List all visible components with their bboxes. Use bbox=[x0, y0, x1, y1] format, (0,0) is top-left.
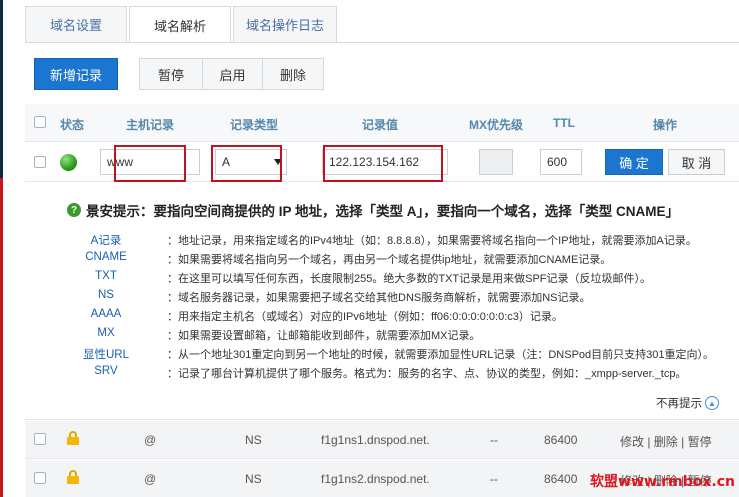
enable-button[interactable]: 启用 bbox=[202, 58, 263, 90]
tip-desc-cname: ：如果需要将域名指向另一个域名，再由另一个域名提供ip地址，就需要添加CNAME… bbox=[167, 254, 612, 266]
header-mx: MX优先级 bbox=[469, 118, 524, 132]
header-status: 状态 bbox=[60, 118, 85, 132]
tip-type-txt: TXT bbox=[95, 270, 117, 282]
tip-desc-a: ：地址记录，用来指定域名的IPv4地址（如：8.8.8.8），如果需要将域名指向… bbox=[167, 235, 697, 247]
tip-desc-mx: ：如果需要设置邮箱，让邮箱能收到邮件，就需要添加MX记录。 bbox=[167, 330, 481, 342]
mx-priority-input[interactable] bbox=[479, 149, 513, 175]
record-ttl: 86400 bbox=[544, 472, 578, 486]
tips-title-text: 景安提示：要指向空间商提供的 IP 地址，选择「类型 A」，要指向一个域名，选择… bbox=[86, 204, 680, 219]
table-row: @ NS f1g1ns1.dnspod.net. -- 86400 修改 | 删… bbox=[25, 421, 739, 459]
record-host: @ bbox=[144, 472, 157, 486]
record-mx: -- bbox=[490, 472, 498, 486]
header-type: 记录类型 bbox=[230, 118, 279, 132]
tip-row-txt: TXT ：在这里可以填写任何东西，长度限制255。绝大多数的TXT记录是用来做S… bbox=[50, 270, 739, 289]
hide-tips-link[interactable]: 不再提示 ▲ bbox=[656, 395, 719, 411]
delete-button[interactable]: 删除 bbox=[262, 58, 324, 90]
tab-underline bbox=[25, 42, 739, 43]
pause-button[interactable]: 暂停 bbox=[139, 58, 203, 90]
tip-desc-srv: ：记录了哪台计算机提供了哪个服务。格式为：服务的名字、点、协议的类型，例如：_x… bbox=[167, 368, 687, 380]
tip-type-cname: CNAME bbox=[85, 251, 127, 263]
record-actions[interactable]: 修改 | 删除 | 暂停 bbox=[620, 433, 712, 450]
tip-type-aaaa: AAAA bbox=[90, 308, 122, 320]
tip-type-a: A记录 bbox=[90, 235, 122, 247]
tip-desc-ns: ：域名服务器记录，如果需要把子域名交给其他DNS服务商解析，就需要添加NS记录。 bbox=[167, 292, 591, 304]
tip-desc-txt: ：在这里可以填写任何东西，长度限制255。绝大多数的TXT记录是用来做SPF记录… bbox=[167, 273, 652, 285]
tab-domain-settings[interactable]: 域名设置 bbox=[25, 6, 127, 42]
header-ttl: TTL bbox=[553, 116, 575, 130]
tip-type-mx: MX bbox=[97, 327, 115, 339]
tip-row-aaaa: AAAA ：用来指定主机名（或域名）对应的IPv6地址（例如：ff06:0:0:… bbox=[50, 308, 739, 327]
tip-type-url: 显性URL bbox=[82, 349, 129, 361]
left-edge-accent bbox=[0, 178, 3, 497]
lock-icon bbox=[67, 431, 79, 445]
question-icon: ? bbox=[67, 203, 81, 217]
row-checkbox[interactable] bbox=[34, 472, 46, 484]
tab-bar: 域名设置 域名解析 域名操作日志 bbox=[25, 6, 339, 43]
cancel-button[interactable]: 取 消 bbox=[668, 149, 725, 175]
record-type: NS bbox=[245, 472, 262, 486]
tip-row-mx: MX ：如果需要设置邮箱，让邮箱能收到邮件，就需要添加MX记录。 bbox=[50, 327, 739, 346]
tab-dns-records[interactable]: 域名解析 bbox=[129, 6, 231, 43]
confirm-button[interactable]: 确 定 bbox=[605, 149, 663, 175]
record-type: NS bbox=[245, 433, 262, 447]
record-mx: -- bbox=[490, 433, 498, 447]
tip-desc-aaaa: ：用来指定主机名（或域名）对应的IPv6地址（例如：ff06:0:0:0:0:0… bbox=[167, 311, 563, 323]
tip-row-a: A记录 ：地址记录，用来指定域名的IPv4地址（如：8.8.8.8），如果需要将… bbox=[50, 232, 739, 251]
records-table-header: 状态 主机记录 记录类型 记录值 MX优先级 TTL 操作 bbox=[25, 104, 739, 142]
hide-tips-label: 不再提示 bbox=[656, 398, 702, 410]
type-highlight-box bbox=[211, 145, 282, 182]
tip-row-srv: SRV ：记录了哪台计算机提供了哪个服务。格式为：服务的名字、点、协议的类型，例… bbox=[50, 365, 739, 384]
host-highlight-box bbox=[114, 145, 186, 182]
tip-type-ns: NS bbox=[98, 289, 114, 301]
record-value: f1g1ns2.dnspod.net. bbox=[321, 472, 430, 486]
status-enabled-icon bbox=[60, 154, 77, 171]
header-host: 主机记录 bbox=[126, 118, 175, 132]
header-value: 记录值 bbox=[362, 118, 399, 132]
tip-row-url: 显性URL ：从一个地址301重定向到另一个地址的时候，就需要添加显性URL记录… bbox=[50, 346, 739, 365]
row-checkbox[interactable] bbox=[34, 433, 46, 445]
watermark-text: 软盟www.rmbox.cn bbox=[590, 474, 735, 490]
chevron-up-icon: ▲ bbox=[705, 396, 719, 410]
tip-type-srv: SRV bbox=[94, 365, 118, 377]
record-host: @ bbox=[144, 433, 157, 447]
value-highlight-box bbox=[323, 145, 443, 182]
tip-row-cname: CNAME ：如果需要将域名指向另一个域名，再由另一个域名提供ip地址，就需要添… bbox=[50, 251, 739, 270]
record-type-tips-panel: ? 景安提示：要指向空间商提供的 IP 地址，选择「类型 A」，要指向一个域名，… bbox=[25, 183, 739, 420]
record-value: f1g1ns1.dnspod.net. bbox=[321, 433, 430, 447]
tab-operation-log[interactable]: 域名操作日志 bbox=[233, 6, 337, 42]
ttl-input[interactable]: 600 bbox=[540, 149, 582, 175]
record-ttl: 86400 bbox=[544, 433, 578, 447]
row-checkbox[interactable] bbox=[34, 156, 46, 168]
select-all-checkbox[interactable] bbox=[34, 116, 46, 128]
header-actions: 操作 bbox=[653, 118, 678, 132]
tip-row-ns: NS ：域名服务器记录，如果需要把子域名交给其他DNS服务商解析，就需要添加NS… bbox=[50, 289, 739, 308]
add-record-button[interactable]: 新增记录 bbox=[34, 58, 118, 90]
tip-desc-url: ：从一个地址301重定向到另一个地址的时候，就需要添加显性URL记录（注：DNS… bbox=[167, 349, 715, 361]
record-action-group: 暂停 启用 删除 bbox=[139, 58, 324, 90]
tips-title: ? 景安提示：要指向空间商提供的 IP 地址，选择「类型 A」，要指向一个域名，… bbox=[67, 200, 679, 220]
lock-icon bbox=[67, 470, 79, 484]
